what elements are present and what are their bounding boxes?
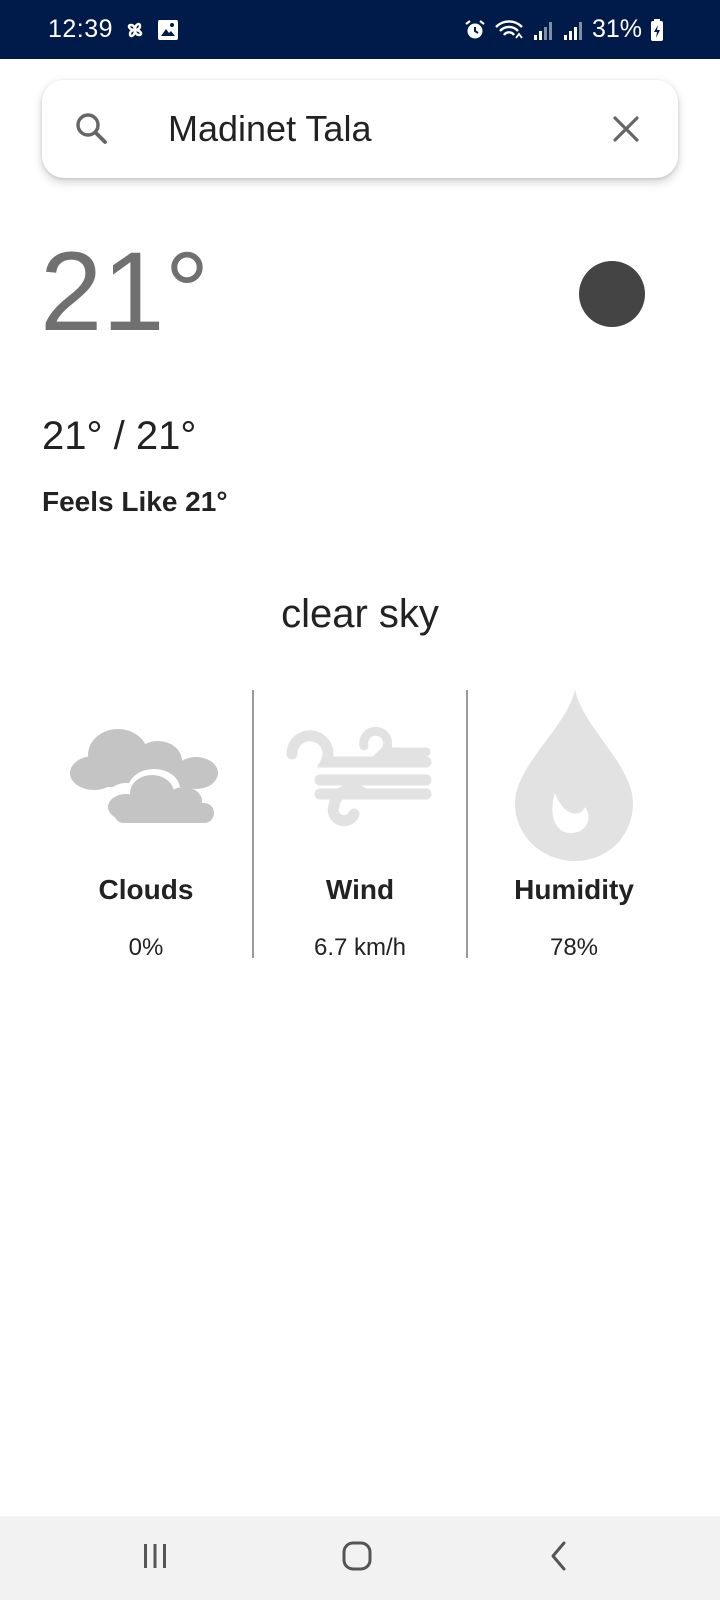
battery-charging-icon <box>650 18 664 42</box>
stat-clouds: Clouds 0% <box>40 690 252 961</box>
recent-apps-button[interactable] <box>115 1530 195 1586</box>
weather-description: clear sky <box>281 592 439 636</box>
stat-value: 0% <box>128 934 164 961</box>
search-bar[interactable]: Madinet Tala <box>42 80 678 178</box>
search-input[interactable]: Madinet Tala <box>168 80 371 178</box>
status-right: 31% <box>464 0 664 59</box>
stat-value: 78% <box>549 934 599 961</box>
clouds-icon <box>40 690 252 860</box>
status-left: 12:39 <box>48 0 179 59</box>
navigation-bar <box>0 1516 720 1600</box>
back-button[interactable] <box>519 1530 599 1586</box>
status-bar: 12:39 31% <box>0 0 720 59</box>
search-icon[interactable] <box>72 109 112 154</box>
wind-icon <box>254 690 466 860</box>
stat-label: Humidity <box>514 874 634 905</box>
home-icon <box>341 1540 373 1577</box>
back-icon <box>547 1540 571 1577</box>
stat-label: Wind <box>325 874 395 905</box>
image-icon <box>157 19 179 41</box>
pinwheel-icon <box>123 18 147 42</box>
status-time: 12:39 <box>48 15 114 43</box>
signal-icon <box>532 19 554 41</box>
home-button[interactable] <box>317 1530 397 1586</box>
recent-apps-icon <box>140 1542 170 1575</box>
alarm-icon <box>464 19 486 41</box>
wifi-icon <box>494 19 524 41</box>
current-temperature: 21° <box>40 229 210 354</box>
feels-like: Feels Like 21° <box>42 486 228 517</box>
weather-stats: Clouds 0% Wind 6.7 km/h Humidity 78% <box>40 689 680 961</box>
min-max-temperature: 21° / 21° <box>42 414 197 458</box>
close-icon[interactable] <box>610 113 642 150</box>
droplet-icon <box>468 689 680 861</box>
stat-humidity: Humidity 78% <box>468 689 680 961</box>
stat-wind: Wind 6.7 km/h <box>254 690 466 961</box>
stat-label: Clouds <box>98 874 194 905</box>
weather-indicator-icon <box>579 261 645 327</box>
signal-icon <box>562 19 584 41</box>
battery-percent: 31% <box>591 15 642 43</box>
stat-value: 6.7 km/h <box>313 934 407 961</box>
